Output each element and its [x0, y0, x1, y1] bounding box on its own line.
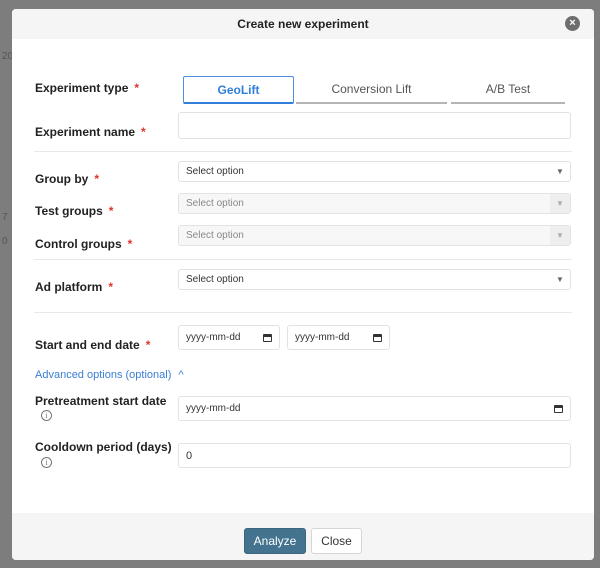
control-groups-label: Control groups *	[35, 237, 132, 251]
backdrop-text-2: 7	[2, 212, 8, 223]
start-date-value: yyyy-mm-dd	[186, 332, 241, 343]
tab-conversion-lift[interactable]: Conversion Lift	[296, 76, 447, 104]
cooldown-label: Cooldown period (days)	[35, 440, 172, 454]
chevron-down-icon: ▼	[556, 275, 564, 284]
modal-title: Create new experiment	[237, 17, 369, 31]
test-groups-label-text: Test groups	[35, 204, 103, 218]
required-asterisk: *	[108, 280, 114, 294]
control-groups-label-text: Control groups	[35, 237, 122, 251]
advanced-options-label: Advanced options (optional)	[35, 369, 172, 381]
modal-body: Experiment type * GeoLift Conversion Lift…	[12, 39, 594, 513]
group-by-select[interactable]: Select option ▼	[178, 161, 571, 182]
start-end-date-label: Start and end date *	[35, 338, 150, 352]
chevron-down-icon: ▼	[556, 167, 564, 176]
modal-footer: Analyze Close	[12, 513, 594, 560]
pretreatment-label: Pretreatment start date	[35, 394, 167, 408]
tab-geolift[interactable]: GeoLift	[183, 76, 294, 104]
experiment-name-label: Experiment name *	[35, 125, 146, 139]
divider	[34, 312, 572, 313]
chevron-down-icon: ▼	[550, 226, 570, 245]
ad-platform-select-value: Select option	[186, 274, 244, 285]
control-groups-select[interactable]: Select option ▼	[178, 225, 571, 246]
chevron-down-icon: ▼	[550, 194, 570, 213]
calendar-icon[interactable]	[263, 333, 272, 342]
create-experiment-modal: Create new experiment × Experiment type *…	[12, 9, 594, 560]
ad-platform-label-text: Ad platform	[35, 280, 103, 294]
info-icon[interactable]: i	[41, 457, 52, 468]
experiment-name-label-text: Experiment name	[35, 125, 136, 139]
info-icon[interactable]: i	[41, 410, 52, 421]
chevron-up-icon: ^	[178, 369, 184, 381]
start-end-date-label-text: Start and end date	[35, 338, 140, 352]
control-groups-select-value: Select option	[186, 230, 244, 241]
experiment-type-label-text: Experiment type	[35, 81, 129, 95]
divider	[34, 151, 572, 152]
required-asterisk: *	[94, 172, 100, 186]
group-by-label: Group by *	[35, 172, 99, 186]
start-date-input[interactable]: yyyy-mm-dd	[178, 325, 280, 350]
required-asterisk: *	[134, 81, 140, 95]
backdrop-text-3: 0	[2, 236, 8, 247]
divider	[34, 259, 572, 260]
tab-ab-test[interactable]: A/B Test	[451, 76, 565, 104]
calendar-icon[interactable]	[373, 333, 382, 342]
calendar-icon[interactable]	[554, 404, 563, 413]
required-asterisk: *	[108, 204, 114, 218]
close-button[interactable]: Close	[311, 528, 362, 554]
required-asterisk: *	[145, 338, 151, 352]
pretreatment-date-value: yyyy-mm-dd	[186, 403, 241, 414]
advanced-options-toggle[interactable]: Advanced options (optional) ^	[35, 369, 184, 381]
pretreatment-date-input[interactable]: yyyy-mm-dd	[178, 396, 571, 421]
experiment-type-label: Experiment type *	[35, 81, 139, 95]
required-asterisk: *	[141, 125, 146, 139]
experiment-name-input[interactable]	[178, 112, 571, 139]
test-groups-select-value: Select option	[186, 198, 244, 209]
required-asterisk: *	[127, 237, 133, 251]
group-by-select-value: Select option	[186, 166, 244, 177]
analyze-button[interactable]: Analyze	[244, 528, 306, 554]
ad-platform-select[interactable]: Select option ▼	[178, 269, 571, 290]
group-by-label-text: Group by	[35, 172, 89, 186]
test-groups-select[interactable]: Select option ▼	[178, 193, 571, 214]
end-date-input[interactable]: yyyy-mm-dd	[287, 325, 390, 350]
modal-header: Create new experiment ×	[12, 9, 594, 39]
cooldown-input[interactable]: 0	[178, 443, 571, 468]
close-icon[interactable]: ×	[565, 16, 580, 31]
experiment-type-tabs: GeoLift Conversion Lift A/B Test	[183, 76, 567, 104]
end-date-value: yyyy-mm-dd	[295, 332, 350, 343]
ad-platform-label: Ad platform *	[35, 280, 113, 294]
test-groups-label: Test groups *	[35, 204, 113, 218]
